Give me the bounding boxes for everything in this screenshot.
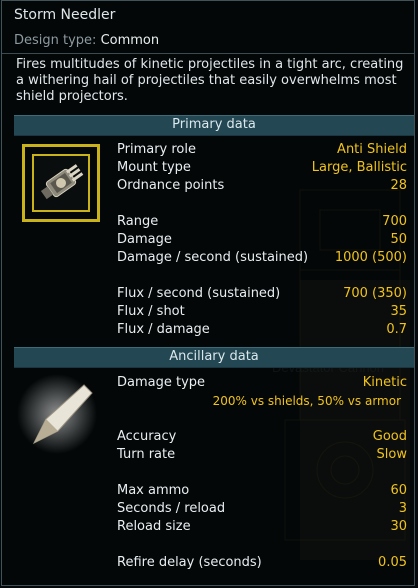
stat-label: Flux / shot — [117, 304, 185, 319]
stat-value: Kinetic — [362, 375, 407, 390]
design-type-row: Design type: Common — [14, 33, 159, 48]
stat-dps: Damage / second (sustained) 1000 (500) — [117, 249, 407, 267]
stat-seconds-per-reload: Seconds / reload 3 — [117, 500, 407, 518]
stat-damage: Damage 50 — [117, 231, 407, 249]
damage-type-modifier-note: 200% vs shields, 50% vs armor — [212, 394, 401, 408]
storm-needler-weapon-icon — [40, 164, 84, 200]
tooltip-header: Storm Needler Design type: Common — [2, 1, 414, 53]
stat-label: Seconds / reload — [117, 501, 226, 516]
kinetic-damage-icon — [17, 374, 97, 454]
stat-value: 30 — [390, 519, 407, 534]
stat-label: Reload size — [117, 519, 191, 534]
stat-value: 60 — [390, 483, 407, 498]
stat-flux-per-second: Flux / second (sustained) 700 (350) — [117, 285, 407, 303]
stat-value: 700 (350) — [343, 286, 407, 301]
stat-label: Mount type — [117, 160, 191, 175]
stat-value: 700 — [382, 214, 407, 229]
stat-flux-per-damage: Flux / damage 0.7 — [117, 321, 407, 339]
header-divider — [2, 53, 414, 54]
weapon-description: Fires multitudes of kinetic projectiles … — [16, 57, 404, 104]
stat-value: Slow — [376, 447, 407, 462]
stat-flux-per-shot: Flux / shot 35 — [117, 303, 407, 321]
stat-turn-rate: Turn rate Slow — [117, 446, 407, 464]
stat-reload-size: Reload size 30 — [117, 518, 407, 536]
stat-value: 50 — [390, 232, 407, 247]
stat-label: Ordnance points — [117, 178, 225, 193]
stat-ordnance-points: Ordnance points 28 — [117, 177, 407, 195]
stat-mount-type: Mount type Large, Ballistic — [117, 159, 407, 177]
stat-value: Large, Ballistic — [311, 160, 407, 175]
primary-data-header: Primary data — [14, 115, 414, 136]
stat-label: Max ammo — [117, 483, 190, 498]
stat-label: Primary role — [117, 142, 196, 157]
stat-label: Damage type — [117, 375, 206, 390]
stat-value: 0.7 — [386, 322, 407, 337]
stat-damage-type: Damage type Kinetic — [117, 374, 407, 392]
stat-label: Range — [117, 214, 159, 229]
stat-label: Damage — [117, 232, 172, 247]
stat-refire-delay: Refire delay (seconds) 0.05 — [117, 554, 407, 572]
stat-value: 35 — [390, 304, 407, 319]
stat-range: Range 700 — [117, 213, 407, 231]
stat-primary-role: Primary role Anti Shield — [117, 141, 407, 159]
stat-label: Flux / damage — [117, 322, 210, 337]
stat-label: Accuracy — [117, 429, 177, 444]
stat-value: Anti Shield — [337, 142, 407, 157]
stat-value: 1000 (500) — [334, 250, 407, 265]
stat-value: Good — [372, 429, 407, 444]
weapon-tooltip-panel: Storm Needler Design type: Common Fires … — [1, 0, 415, 586]
stat-label: Refire delay (seconds) — [117, 555, 262, 570]
stat-value: 3 — [398, 501, 407, 516]
weapon-icon-inner-frame — [32, 154, 90, 212]
stat-value: 28 — [390, 178, 407, 193]
stat-label: Turn rate — [117, 447, 176, 462]
stat-label: Damage / second (sustained) — [117, 250, 309, 265]
ancillary-data-header: Ancillary data — [14, 347, 414, 368]
stat-value: 0.05 — [378, 555, 407, 570]
design-type-value: Common — [100, 33, 160, 48]
weapon-icon-frame — [22, 144, 100, 222]
design-type-label: Design type: — [14, 33, 97, 48]
stat-max-ammo: Max ammo 60 — [117, 482, 407, 500]
stat-label: Flux / second (sustained) — [117, 286, 281, 301]
weapon-title: Storm Needler — [14, 7, 116, 23]
stat-accuracy: Accuracy Good — [117, 428, 407, 446]
